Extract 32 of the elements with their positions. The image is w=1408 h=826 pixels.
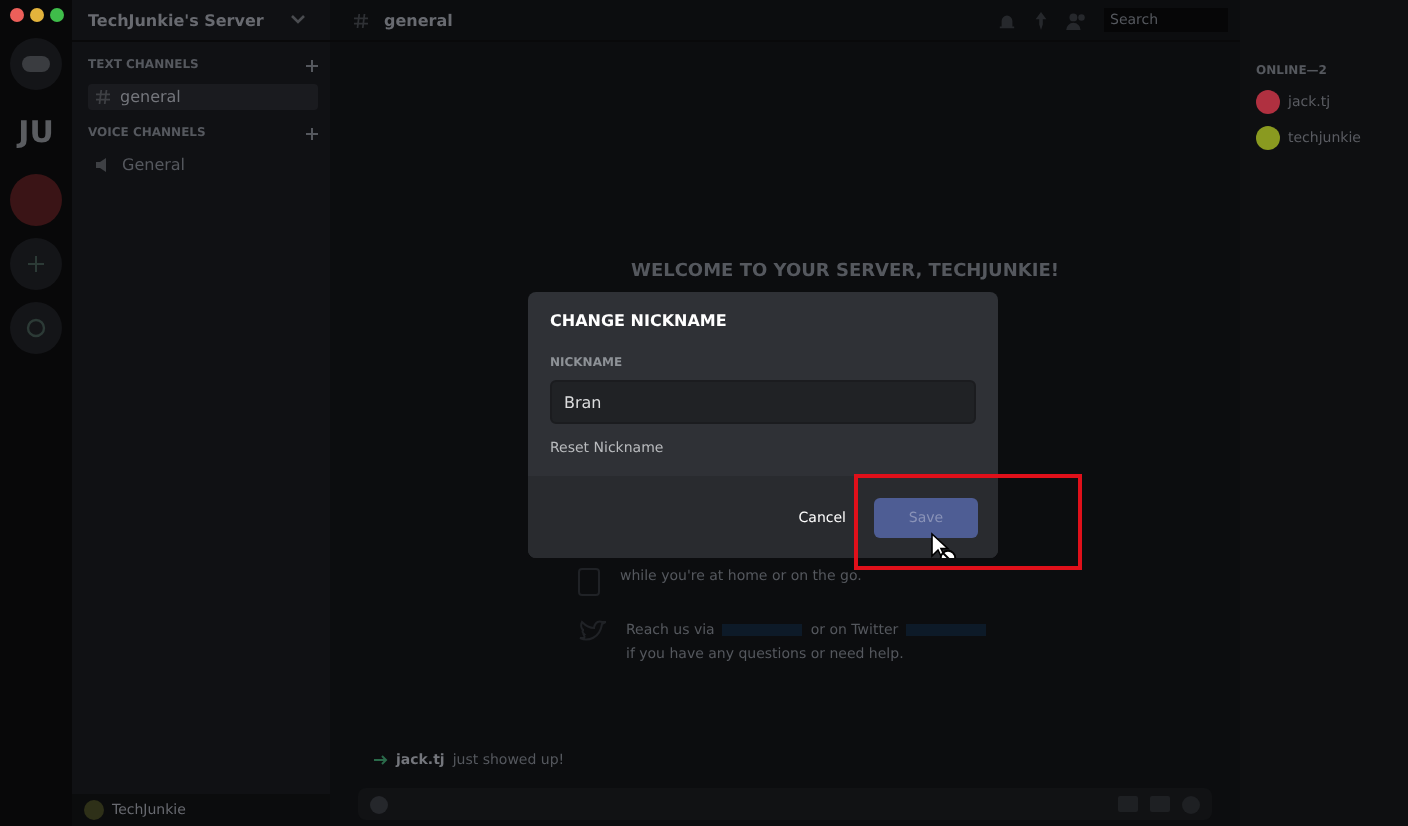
- chevron-icon[interactable]: [290, 14, 306, 26]
- compass-icon: [26, 318, 46, 338]
- explore-button[interactable]: [10, 302, 62, 354]
- speaker-icon: [96, 158, 112, 172]
- message-field[interactable]: [358, 788, 1212, 820]
- link[interactable]: [906, 624, 987, 636]
- user-avatar[interactable]: [84, 800, 104, 820]
- plus-icon[interactable]: [306, 59, 318, 71]
- arrow-icon: [374, 754, 388, 766]
- home-button[interactable]: [10, 38, 62, 90]
- plus-icon[interactable]: [306, 127, 318, 139]
- minimize-button[interactable]: [29, 8, 43, 22]
- channel-item[interactable]: General: [88, 152, 318, 178]
- zoom-button[interactable]: [49, 8, 63, 22]
- plus-icon: [28, 256, 44, 272]
- channel-title: general: [384, 11, 453, 29]
- welcome-title: WELCOME TO YOUR SERVER, TECHJUNKIE!: [629, 262, 1061, 282]
- link[interactable]: [722, 624, 803, 636]
- channel-item[interactable]: general: [88, 84, 318, 110]
- bell-icon[interactable]: [998, 11, 1016, 29]
- cursor-icon: [930, 532, 958, 558]
- close-button[interactable]: [9, 8, 23, 22]
- hash-icon: [354, 13, 368, 27]
- hash-icon: [96, 90, 110, 104]
- server-icon[interactable]: JU: [10, 102, 62, 162]
- nickname-field[interactable]: Bran: [550, 380, 976, 424]
- avatar-icon[interactable]: [10, 174, 62, 226]
- people-icon[interactable]: [1066, 11, 1088, 29]
- add-server-button[interactable]: [10, 238, 62, 290]
- bird-icon: [578, 620, 606, 644]
- dialog-title: CHANGE NICKNAME: [550, 312, 729, 330]
- server-name: TechJunkie's Server: [88, 11, 264, 29]
